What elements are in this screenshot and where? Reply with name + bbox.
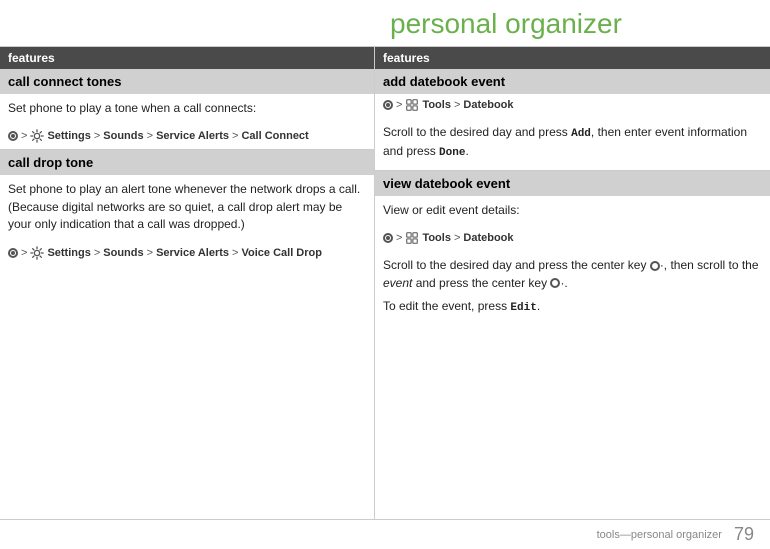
add-datebook-content: Scroll to the desired day and press Add,… [375, 118, 770, 170]
settings-icon-1 [30, 129, 44, 143]
call-connect-content: Set phone to play a tone when a call con… [0, 94, 374, 125]
page-title: personal organizer [0, 0, 770, 47]
dot-icon-4 [383, 233, 393, 243]
center-key-1 [650, 261, 660, 271]
add-datebook-nav: > Tools > Datebook [375, 94, 770, 118]
footer-text: tools—personal organizer [597, 529, 722, 541]
right-panel-header: features [375, 47, 770, 69]
tools-icon-1 [405, 98, 419, 112]
view-datebook-content: Scroll to the desired day and press the … [375, 251, 770, 325]
left-panel-header: features [0, 47, 374, 69]
add-label: Add [571, 128, 591, 140]
right-panel: features add datebook event > Tools > Da… [375, 47, 770, 519]
left-panel: features call connect tones Set phone to… [0, 47, 375, 519]
event-italic: event [383, 276, 412, 290]
call-drop-content: Set phone to play an alert tone whenever… [0, 175, 374, 241]
section-add-datebook: add datebook event [375, 69, 770, 94]
tools-icon-2 [405, 231, 419, 245]
section-call-connect-tones: call connect tones [0, 69, 374, 94]
content-area: features call connect tones Set phone to… [0, 47, 770, 519]
dot-icon-2 [8, 248, 18, 258]
page-number: 79 [734, 524, 754, 545]
view-datebook-nav: > Tools > Datebook [375, 227, 770, 251]
view-datebook-intro: View or edit event details: [375, 196, 770, 227]
section-call-drop-tone: call drop tone [0, 150, 374, 175]
edit-label: Edit [510, 302, 536, 314]
footer: tools—personal organizer 79 [0, 519, 770, 549]
settings-icon-2 [30, 246, 44, 260]
call-drop-nav: > Settings > Sounds > Service Alerts > V… [0, 242, 374, 266]
dot-icon-1 [8, 131, 18, 141]
call-connect-nav: > Settings > Sounds > Service Alerts > C… [0, 125, 374, 149]
section-view-datebook: view datebook event [375, 171, 770, 196]
center-key-2 [550, 278, 560, 288]
dot-icon-3 [383, 100, 393, 110]
done-label: Done [439, 147, 465, 159]
